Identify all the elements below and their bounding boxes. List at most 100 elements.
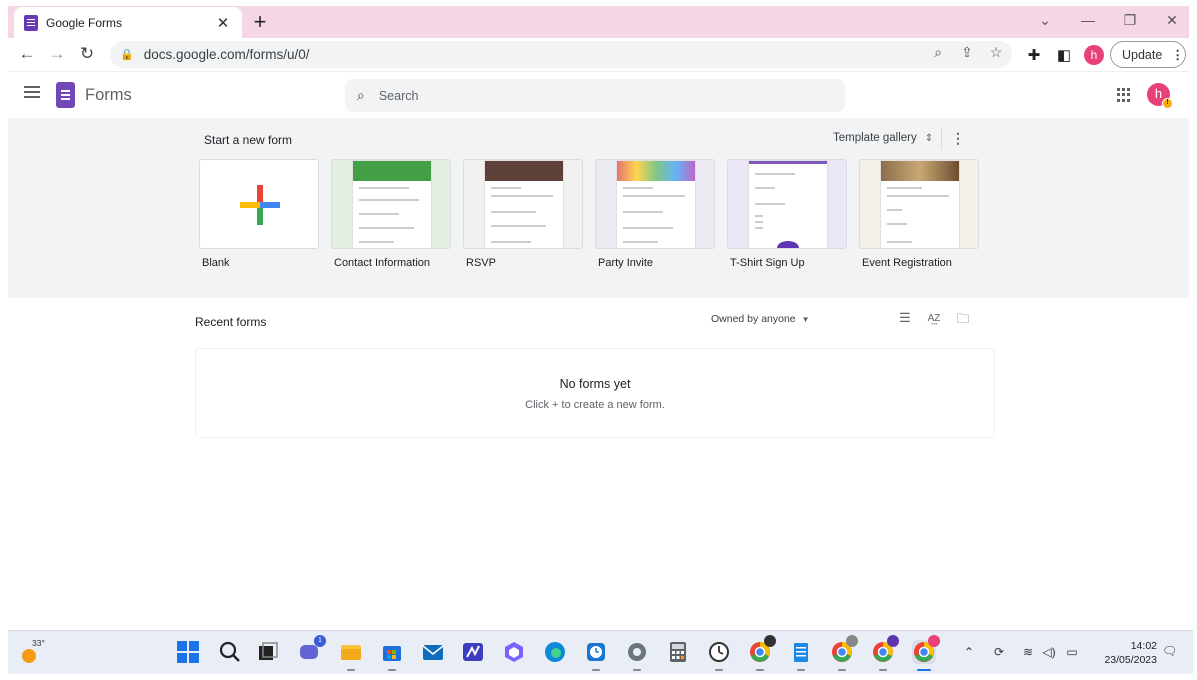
share-icon[interactable]: ⇪ [957, 44, 977, 61]
owner-filter-dropdown[interactable]: Owned by anyone ▼ [711, 313, 810, 325]
forms-logo-icon[interactable] [56, 82, 75, 108]
main-menu-icon[interactable] [24, 86, 40, 98]
template-label-contact-information: Contact Information [334, 257, 430, 269]
reload-icon[interactable]: ↻ [76, 44, 98, 64]
notification-icon[interactable]: 🗨 [1162, 644, 1177, 658]
bookmark-star-icon[interactable]: ☆ [986, 44, 1006, 61]
start-menu-icon[interactable] [176, 640, 200, 664]
empty-state-subtitle: Click + to create a new form. [525, 399, 665, 411]
chrome-profile-2-icon[interactable] [830, 635, 858, 671]
back-icon[interactable]: ← [16, 44, 38, 64]
template-more-icon[interactable]: ⋮ [951, 130, 965, 147]
browser-tab-strip: Google Forms ✕ + ⌄ — ❐ ✕ [8, 6, 1189, 38]
battery-icon[interactable]: ▭ [1064, 645, 1080, 659]
template-card-party-invite[interactable] [595, 159, 715, 249]
template-thumbnail [880, 160, 960, 248]
browser-profile-avatar[interactable]: h [1084, 45, 1104, 65]
volume-icon[interactable]: ◁) [1041, 645, 1057, 659]
task-view-icon[interactable] [256, 640, 280, 664]
system-clock[interactable]: 14:02 23/05/2023 [1093, 639, 1157, 667]
address-bar[interactable]: 🔒 docs.google.com/forms/u/0/ [110, 41, 1012, 68]
sort-az-icon[interactable]: A͢Z [924, 313, 944, 324]
edge-browser-icon[interactable] [543, 640, 567, 664]
sync-icon[interactable]: ⟳ [991, 645, 1007, 659]
template-gallery-button[interactable]: Template gallery ⇕ [833, 132, 933, 144]
lock-icon[interactable]: 🔒 [120, 48, 134, 61]
url-text: docs.google.com/forms/u/0/ [143, 47, 310, 62]
template-card-tshirt-sign-up[interactable] [727, 159, 847, 249]
clock-date: 23/05/2023 [1104, 654, 1157, 666]
calculator-icon[interactable] [666, 640, 690, 664]
zoom-icon[interactable]: ⌕ [928, 44, 948, 61]
account-avatar[interactable]: h ! [1147, 83, 1173, 109]
notepad-icon[interactable] [789, 640, 813, 671]
chat-badge: 1 [314, 635, 326, 647]
chrome-active-icon[interactable] [912, 635, 940, 671]
clock-app-icon[interactable] [584, 640, 608, 671]
search-input[interactable]: ⌕ Search [345, 79, 845, 112]
empty-state-title: No forms yet [559, 377, 631, 391]
tab-title: Google Forms [46, 15, 123, 30]
template-thumbnail [484, 160, 564, 248]
browser-toolbar: ← → ↻ 🔒 docs.google.com/forms/u/0/ ⌕ ⇪ ☆… [8, 38, 1189, 72]
dropdown-arrow-icon: ▼ [801, 314, 810, 324]
teams-chat-icon[interactable]: 1 [298, 635, 326, 664]
folder-icon[interactable]: 🗀 [953, 310, 973, 332]
restore-icon[interactable]: ❐ [1118, 12, 1142, 29]
divider [941, 128, 942, 150]
update-button[interactable]: Update ⋮ [1110, 41, 1186, 68]
new-tab-button[interactable]: + [248, 9, 272, 35]
forms-favicon-icon [24, 14, 38, 31]
show-hidden-icons-icon[interactable]: ⌃ [961, 645, 977, 659]
weather-widget[interactable]: 33° [20, 638, 45, 665]
browser-tab[interactable]: Google Forms ✕ [14, 7, 242, 38]
microsoft-store-icon[interactable] [380, 640, 404, 671]
alarms-clock-icon[interactable] [707, 640, 731, 671]
app-name[interactable]: Forms [85, 86, 132, 105]
mail-icon[interactable] [421, 640, 445, 664]
template-card-contact-information[interactable] [331, 159, 451, 249]
template-label-party-invite: Party Invite [598, 257, 654, 269]
weather-temperature: 33° [32, 638, 45, 648]
search-placeholder: Search [378, 88, 419, 103]
template-label-blank: Blank [202, 257, 230, 269]
forms-header: Forms ⌕ Search h ! [8, 74, 1189, 118]
warning-badge-icon: ! [1162, 98, 1173, 109]
forward-icon[interactable]: → [46, 44, 68, 64]
clock-time: 14:02 [1130, 640, 1157, 652]
template-section: Start a new form Template gallery ⇕ ⋮ Bl… [8, 118, 1189, 298]
expand-collapse-icon: ⇕ [924, 132, 934, 144]
extensions-icon[interactable]: ✚ [1024, 46, 1044, 64]
start-new-form-heading: Start a new form [204, 133, 293, 147]
empty-state: No forms yet Click + to create a new for… [195, 348, 995, 438]
tab-search-icon[interactable]: ⌄ [1033, 12, 1057, 29]
side-panel-icon[interactable]: ◧ [1054, 46, 1074, 64]
windows-taskbar: 33° 1 ⌃ ⟳ ≋ ◁) ▭ 14:02 23/05/2023 🗨 [8, 630, 1193, 674]
list-view-icon[interactable]: ☰ [895, 310, 915, 326]
owner-filter-label: Owned by anyone [711, 313, 796, 325]
template-card-event-registration[interactable] [859, 159, 979, 249]
template-thumbnail [616, 160, 696, 248]
search-icon: ⌕ [357, 87, 365, 103]
taskbar-search-icon[interactable] [218, 640, 242, 664]
chrome-profile-1-icon[interactable] [748, 635, 776, 671]
google-apps-icon[interactable] [1117, 88, 1131, 102]
template-card-rsvp[interactable] [463, 159, 583, 249]
settings-gear-icon[interactable] [625, 640, 649, 671]
chrome-profile-3-icon[interactable] [871, 635, 899, 671]
template-label-tshirt-sign-up: T-Shirt Sign Up [730, 257, 805, 269]
plus-icon [240, 185, 280, 225]
minimize-icon[interactable]: — [1076, 12, 1100, 28]
weather-sun-icon [22, 649, 36, 663]
template-thumbnail [748, 160, 828, 248]
template-card-blank[interactable] [199, 159, 319, 249]
tab-close-icon[interactable]: ✕ [214, 14, 232, 32]
video-editor-icon[interactable] [461, 640, 485, 664]
close-window-icon[interactable]: ✕ [1160, 12, 1184, 29]
file-explorer-icon[interactable] [339, 640, 363, 671]
screen: Google Forms ✕ + ⌄ — ❐ ✕ ← → ↻ 🔒 docs.go… [0, 0, 1197, 680]
wifi-icon[interactable]: ≋ [1020, 645, 1036, 659]
update-label: Update [1122, 47, 1163, 62]
microsoft-365-icon[interactable] [502, 640, 526, 664]
more-menu-icon: ⋮ [1171, 48, 1184, 62]
